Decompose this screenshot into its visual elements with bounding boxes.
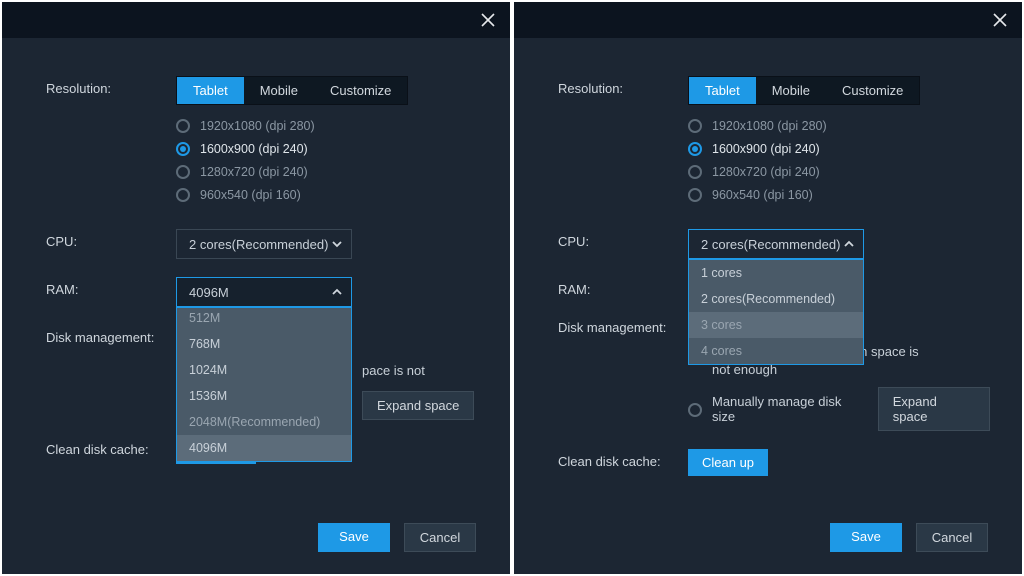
radio-icon <box>688 119 702 133</box>
content: Resolution: Tablet Mobile Customize 1920… <box>514 38 1022 514</box>
cpu-option-2[interactable]: 2 cores(Recommended) <box>689 286 863 312</box>
ram-label: RAM: <box>46 277 176 307</box>
radio-icon <box>688 188 702 202</box>
footer-buttons: Save Cancel <box>318 523 476 552</box>
res-1600x900[interactable]: 1600x900 (dpi 240) <box>176 142 478 156</box>
res-label: 1280x720 (dpi 240) <box>712 165 820 179</box>
cpu-dropdown-value: 2 cores(Recommended) <box>701 237 840 252</box>
cpu-dropdown[interactable]: 2 cores(Recommended) <box>176 229 352 259</box>
expand-space-button[interactable]: Expand space <box>878 387 990 431</box>
disk-auto-text-clip: pace is not <box>362 363 425 378</box>
res-960x540[interactable]: 960x540 (dpi 160) <box>176 188 478 202</box>
res-label: 960x540 (dpi 160) <box>200 188 301 202</box>
settings-panel-right: Resolution: Tablet Mobile Customize 1920… <box>514 2 1022 574</box>
disk-label: Disk management: <box>558 315 688 431</box>
segment-tablet[interactable]: Tablet <box>177 77 244 104</box>
ram-option-2048m[interactable]: 2048M(Recommended) <box>177 409 351 435</box>
chevron-down-icon <box>331 238 343 250</box>
ram-dropdown-menu: 512M 768M 1024M 1536M 2048M(Recommended)… <box>176 307 352 462</box>
cpu-label: CPU: <box>46 229 176 259</box>
cpu-option-4[interactable]: 4 cores <box>689 338 863 364</box>
resolution-segment: Tablet Mobile Customize <box>688 76 920 105</box>
cancel-button[interactable]: Cancel <box>404 523 476 552</box>
radio-icon <box>176 119 190 133</box>
expand-space-button[interactable]: Expand space <box>362 391 474 420</box>
cpu-dropdown-value: 2 cores(Recommended) <box>189 237 328 252</box>
res-1280x720[interactable]: 1280x720 (dpi 240) <box>688 165 990 179</box>
title-bar <box>514 2 1022 38</box>
close-icon[interactable] <box>478 10 498 30</box>
resolution-options: 1920x1080 (dpi 280) 1600x900 (dpi 240) 1… <box>688 119 990 202</box>
res-label: 960x540 (dpi 160) <box>712 188 813 202</box>
ram-option-4096m[interactable]: 4096M <box>177 435 351 461</box>
res-960x540[interactable]: 960x540 (dpi 160) <box>688 188 990 202</box>
disk-manual-label: Manually manage disk size <box>712 394 868 424</box>
clean-up-button[interactable]: Clean up <box>688 449 768 476</box>
res-1280x720[interactable]: 1280x720 (dpi 240) <box>176 165 478 179</box>
close-icon[interactable] <box>990 10 1010 30</box>
radio-icon <box>176 142 190 156</box>
cpu-option-1[interactable]: 1 cores <box>689 260 863 286</box>
title-bar <box>2 2 510 38</box>
segment-tablet[interactable]: Tablet <box>689 77 756 104</box>
cpu-dropdown[interactable]: 2 cores(Recommended) <box>688 229 864 259</box>
ram-label: RAM: <box>558 277 688 297</box>
res-1920x1080[interactable]: 1920x1080 (dpi 280) <box>688 119 990 133</box>
segment-customize[interactable]: Customize <box>314 77 407 104</box>
radio-icon <box>688 165 702 179</box>
disk-label: Disk management: <box>46 325 176 389</box>
ram-option-1024m[interactable]: 1024M <box>177 357 351 383</box>
radio-icon <box>176 165 190 179</box>
cancel-button[interactable]: Cancel <box>916 523 988 552</box>
clean-label: Clean disk cache: <box>558 449 688 476</box>
res-label: 1920x1080 (dpi 280) <box>200 119 315 133</box>
cpu-label: CPU: <box>558 229 688 259</box>
res-label: 1600x900 (dpi 240) <box>712 142 820 156</box>
resolution-label: Resolution: <box>558 76 688 211</box>
footer-buttons: Save Cancel <box>830 523 988 552</box>
segment-mobile[interactable]: Mobile <box>244 77 314 104</box>
ram-option-512m[interactable]: 512M <box>177 308 351 331</box>
content: Resolution: Tablet Mobile Customize 1920… <box>2 38 510 502</box>
res-label: 1600x900 (dpi 240) <box>200 142 308 156</box>
ram-dropdown-value: 4096M <box>189 285 229 300</box>
chevron-up-icon <box>331 286 343 298</box>
cpu-option-3[interactable]: 3 cores <box>689 312 863 338</box>
save-button[interactable]: Save <box>830 523 902 552</box>
resolution-label: Resolution: <box>46 76 176 211</box>
res-label: 1280x720 (dpi 240) <box>200 165 308 179</box>
clean-label: Clean disk cache: <box>46 437 176 464</box>
segment-customize[interactable]: Customize <box>826 77 919 104</box>
cpu-dropdown-menu: 1 cores 2 cores(Recommended) 3 cores 4 c… <box>688 259 864 365</box>
res-label: 1920x1080 (dpi 280) <box>712 119 827 133</box>
settings-panel-left: Resolution: Tablet Mobile Customize 1920… <box>2 2 510 574</box>
disk-manual-radio[interactable]: Manually manage disk size <box>688 394 868 424</box>
save-button[interactable]: Save <box>318 523 390 552</box>
radio-icon <box>688 142 702 156</box>
res-1600x900[interactable]: 1600x900 (dpi 240) <box>688 142 990 156</box>
radio-icon <box>176 188 190 202</box>
ram-option-768m[interactable]: 768M <box>177 331 351 357</box>
segment-mobile[interactable]: Mobile <box>756 77 826 104</box>
radio-icon <box>688 403 702 417</box>
ram-option-1536m[interactable]: 1536M <box>177 383 351 409</box>
ram-dropdown[interactable]: 4096M <box>176 277 352 307</box>
res-1920x1080[interactable]: 1920x1080 (dpi 280) <box>176 119 478 133</box>
chevron-up-icon <box>843 238 855 250</box>
resolution-segment: Tablet Mobile Customize <box>176 76 408 105</box>
resolution-options: 1920x1080 (dpi 280) 1600x900 (dpi 240) 1… <box>176 119 478 202</box>
